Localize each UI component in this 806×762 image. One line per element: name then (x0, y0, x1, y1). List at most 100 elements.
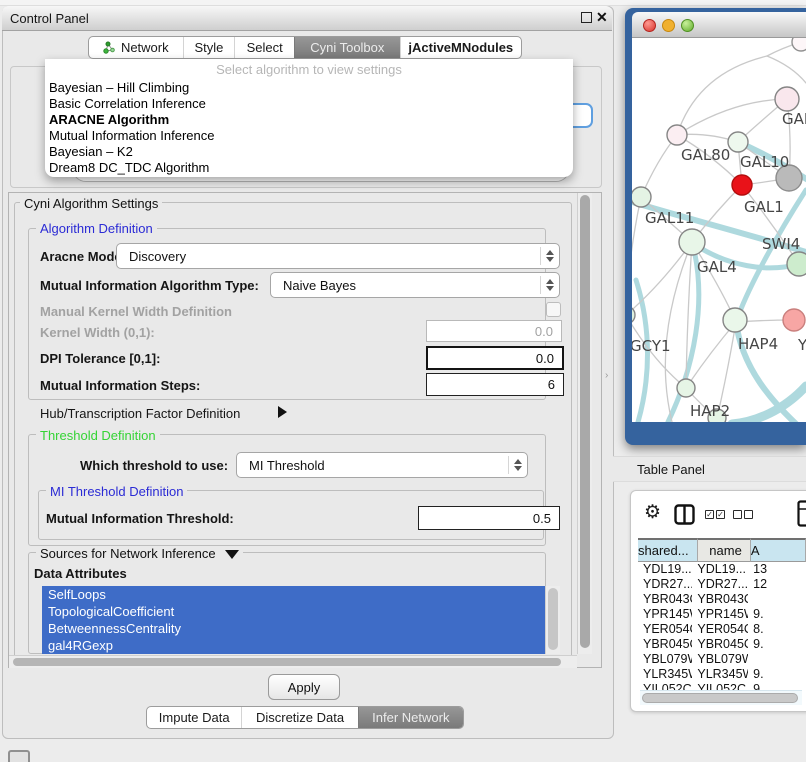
close-traffic-light-icon[interactable] (643, 19, 656, 32)
splitter-handle-icon[interactable]: › (605, 370, 608, 381)
apply-label: Apply (288, 680, 321, 695)
table-row[interactable]: YER054CYER054C8. (638, 622, 806, 637)
zoom-traffic-light-icon[interactable] (681, 19, 694, 32)
collapse-down-icon[interactable] (225, 550, 239, 559)
mi-threshold-field[interactable]: 0.5 (418, 506, 560, 530)
select-all-icon[interactable]: ✓✓ (705, 510, 725, 519)
stepper-arrows-icon (540, 247, 559, 266)
table-row[interactable]: YPR145WYPR145W9. (638, 607, 806, 622)
tab-network[interactable]: Network (89, 37, 183, 58)
node-label: SWI4 (762, 235, 800, 253)
data-attribute-item[interactable]: gal4RGexp (42, 637, 545, 654)
algorithm-popup: Select algorithm to view settings Bayesi… (45, 59, 573, 177)
dpi-tolerance-field[interactable]: 0.0 (426, 346, 564, 370)
table-panel-title: Table Panel (637, 462, 705, 477)
algorithm-option[interactable]: Bayesian – Hill Climbing (45, 80, 573, 96)
data-attribute-item[interactable]: TopologicalCoefficient (42, 603, 545, 620)
table-cell (748, 652, 806, 667)
table-cell: 9. (748, 607, 806, 622)
which-threshold-value: MI Threshold (237, 458, 508, 473)
which-threshold-combobox[interactable]: MI Threshold (236, 452, 528, 478)
table-row[interactable]: YLR345WYLR345W9. (638, 667, 806, 682)
algorithm-option[interactable]: Basic Correlation Inference (45, 96, 573, 112)
data-attribute-item[interactable]: SelfLoops (42, 586, 545, 603)
table-cell: YBR043C (638, 592, 692, 607)
mi-steps-label: Mutual Information Steps: (40, 378, 200, 393)
cyni-algorithm-settings-title: Cyni Algorithm Settings (20, 196, 162, 211)
node-label: GAL1 (744, 198, 784, 216)
which-threshold-label: Which threshold to use: (80, 458, 228, 473)
node-label: HAP2 (690, 402, 730, 420)
table-cell: YDR27... (692, 577, 748, 592)
table-cell: 13 (748, 562, 806, 577)
table-icon[interactable] (797, 500, 806, 527)
manual-kernel-checkbox[interactable] (546, 302, 561, 317)
control-panel-title: Control Panel (10, 11, 89, 26)
node-label: GAL10 (740, 153, 789, 171)
minimize-traffic-light-icon[interactable] (662, 19, 675, 32)
node-label: GAL4 (697, 258, 737, 276)
algorithm-option[interactable]: Mutual Information Inference (45, 128, 573, 144)
tab-label: Cyni Toolbox (310, 40, 384, 55)
float-window-icon[interactable] (581, 12, 592, 23)
algorithm-popup-list: Bayesian – Hill ClimbingBasic Correlatio… (45, 80, 573, 176)
node-label: GCY1 (632, 337, 671, 355)
aracne-mode-value: Discovery (117, 249, 540, 264)
network-canvas[interactable]: GALGAL80GAL10GAL1GAL11GAL4SWI4GCY1HAP4YH… (632, 38, 806, 422)
aracne-mode-combobox[interactable]: Discovery (116, 243, 560, 269)
node-label: GAL11 (645, 209, 694, 227)
expand-right-icon[interactable] (278, 406, 287, 418)
network-window-titlebar[interactable] (632, 12, 806, 38)
column-header-3[interactable]: A (751, 538, 806, 562)
control-panel-titlebar[interactable] (2, 6, 612, 31)
tab-label: Style (194, 40, 223, 55)
apply-button[interactable]: Apply (268, 674, 340, 700)
algorithm-option[interactable]: Bayesian – K2 (45, 144, 573, 160)
table-cell: YBR045C (638, 637, 692, 652)
table-row[interactable]: YDR27...YDR27...12 (638, 577, 806, 592)
tab-impute-data[interactable]: Impute Data (147, 707, 241, 728)
tab-label: Impute Data (159, 710, 230, 725)
tab-select[interactable]: Select (234, 37, 294, 58)
gear-icon[interactable]: ⚙ (644, 501, 661, 524)
tab-infer-network[interactable]: Infer Network (358, 707, 463, 728)
hub-definition-label[interactable]: Hub/Transcription Factor Definition (40, 406, 240, 421)
tab-label: Discretize Data (256, 710, 344, 725)
table-row[interactable]: YBL079WYBL079W (638, 652, 806, 667)
table-body: YDL19...YDL19...13YDR27...YDR27...12YBR0… (638, 562, 806, 691)
tab-label: Infer Network (372, 710, 449, 725)
tab-label: Network (121, 40, 169, 55)
table-row[interactable]: YBR043CYBR043C (638, 592, 806, 607)
stepper-arrows-icon (540, 276, 559, 295)
tab-cyni-toolbox[interactable]: Cyni Toolbox (294, 37, 400, 58)
tab-style[interactable]: Style (183, 37, 235, 58)
settings-hscrollbar[interactable] (9, 655, 577, 668)
settings-vscrollbar[interactable] (577, 193, 592, 654)
sources-title[interactable]: Sources for Network Inference (36, 546, 243, 561)
kernel-width-field[interactable]: 0.0 (426, 320, 562, 342)
column-header-2[interactable]: name (698, 538, 751, 562)
table-cell: 12 (748, 577, 806, 592)
data-attribute-item[interactable]: BetweennessCentrality (42, 620, 545, 637)
column-browser-icon[interactable] (674, 504, 695, 525)
deselect-all-icon[interactable] (733, 510, 753, 519)
tab-label: Select (247, 40, 283, 55)
mi-algorithm-type-combobox[interactable]: Naive Bayes (270, 272, 560, 298)
table-cell: YER054C (638, 622, 692, 637)
close-icon[interactable]: ✕ (596, 9, 608, 26)
tab-discretize-data[interactable]: Discretize Data (241, 707, 357, 728)
table-row[interactable]: YDL19...YDL19...13 (638, 562, 806, 577)
algorithm-option[interactable]: ARACNE Algorithm (45, 112, 573, 128)
dpi-tolerance-label: DPI Tolerance [0,1]: (40, 351, 160, 366)
tab-jactivemnodules[interactable]: jActiveMNodules (400, 37, 521, 58)
manual-kernel-label: Manual Kernel Width Definition (40, 304, 232, 319)
mi-steps-field[interactable]: 6 (426, 373, 564, 396)
node-label: Y (798, 336, 806, 354)
attributes-scrollbar[interactable] (545, 586, 560, 654)
table-cell (748, 592, 806, 607)
collapsed-panel-icon[interactable] (8, 750, 30, 762)
table-hscrollbar[interactable] (640, 690, 802, 705)
column-header-1[interactable]: shared... (638, 538, 698, 562)
table-row[interactable]: YBR045CYBR045C9. (638, 637, 806, 652)
algorithm-option[interactable]: Dream8 DC_TDC Algorithm (45, 160, 573, 176)
